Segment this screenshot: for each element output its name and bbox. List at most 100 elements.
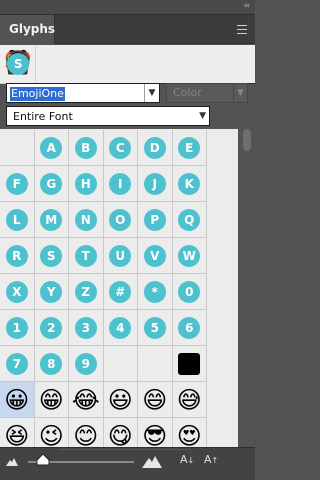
small-mountain-icon[interactable] bbox=[6, 456, 18, 466]
tab-glyphs[interactable]: Glyphs bbox=[0, 15, 55, 44]
glyph-cell[interactable]: V bbox=[138, 238, 173, 274]
glyph-cell[interactable] bbox=[138, 346, 173, 382]
glyph-label: 😊 bbox=[73, 421, 99, 448]
glyph-label: 1 bbox=[5, 316, 28, 339]
glyph-cell[interactable]: 0 bbox=[172, 274, 207, 310]
glyph-cell[interactable]: F bbox=[0, 166, 35, 202]
font-family-field[interactable]: EmojiOne ▼ bbox=[6, 83, 160, 103]
recent-glyphs-bar: 🐭❤️🙌🏿👩🏾🐲😊S bbox=[0, 45, 255, 84]
glyph-cell[interactable]: 😆 bbox=[0, 418, 35, 447]
panel-topbar: ‹‹ bbox=[0, 0, 255, 14]
glyph-range-value: Entire Font bbox=[13, 110, 73, 123]
glyph-label: 😂 bbox=[71, 385, 100, 414]
panel-menu-icon[interactable] bbox=[237, 25, 247, 34]
font-style-select[interactable]: Color ▼ bbox=[166, 83, 248, 103]
increase-size-button[interactable]: A↑ bbox=[204, 453, 218, 466]
glyph-label: P bbox=[143, 208, 166, 231]
glyph-label: 0 bbox=[178, 280, 201, 303]
glyph-cell[interactable]: 😉 bbox=[35, 418, 69, 448]
glyph-label: 9 bbox=[74, 352, 97, 375]
glyph-label: 5 bbox=[143, 316, 166, 339]
glyph-cell[interactable]: C bbox=[103, 130, 138, 166]
large-mountain-icon[interactable] bbox=[142, 454, 162, 468]
glyph-cell[interactable]: 😋 bbox=[104, 418, 138, 447]
glyph-label: E bbox=[178, 136, 201, 159]
glyph-cell[interactable]: H bbox=[69, 166, 104, 202]
glyph-cell[interactable] bbox=[103, 346, 138, 382]
glyph-cell[interactable]: X bbox=[0, 274, 35, 310]
glyph-cell[interactable]: 😊 bbox=[69, 418, 104, 447]
glyph-label: U bbox=[109, 244, 132, 267]
glyph-label: C bbox=[109, 136, 132, 159]
panel-footer: A↓ A↑ bbox=[0, 447, 255, 480]
glyph-cell[interactable]: A bbox=[34, 130, 69, 166]
chevron-down-icon[interactable]: ▼ bbox=[144, 84, 159, 102]
glyph-cell[interactable]: S bbox=[34, 238, 69, 274]
glyph-cell[interactable] bbox=[172, 346, 207, 382]
glyph-cell[interactable]: 4 bbox=[103, 310, 138, 346]
glyph-cell[interactable]: D bbox=[138, 130, 173, 166]
glyph-label: 6 bbox=[178, 316, 201, 339]
glyph-cell[interactable]: 😃 bbox=[103, 382, 138, 418]
glyph-cell[interactable]: K bbox=[172, 166, 207, 202]
glyph-grid: A B C D E F G H I J K L M N O P Q R S T U V W X Y Z # * 0 1 2 3 4 5 6 7 8 9 😀 😁… bbox=[0, 129, 238, 447]
glyph-cell[interactable]: B bbox=[69, 130, 104, 166]
glyph-cell[interactable]: 9 bbox=[69, 346, 104, 382]
glyph-label: 😁 bbox=[38, 385, 64, 414]
glyph-cell[interactable]: W bbox=[172, 238, 207, 274]
glyph-cell[interactable]: 1 bbox=[0, 310, 35, 346]
glyph-cell[interactable]: 6 bbox=[172, 310, 207, 346]
glyph-cell[interactable]: E bbox=[172, 130, 207, 166]
glyph-label: M bbox=[40, 208, 63, 231]
glyph-label: N bbox=[74, 208, 97, 231]
glyph-cell[interactable]: 😁 bbox=[34, 382, 69, 418]
glyph-cell[interactable]: T bbox=[69, 238, 104, 274]
glyph-range-select[interactable]: Entire Font ▼ bbox=[6, 106, 210, 126]
panel-header: Glyphs bbox=[0, 14, 255, 44]
glyph-cell[interactable]: I bbox=[103, 166, 138, 202]
glyph-cell[interactable]: Q bbox=[172, 202, 207, 238]
resize-grip[interactable] bbox=[60, 449, 190, 452]
glyph-cell[interactable]: P bbox=[138, 202, 173, 238]
glyph-cell[interactable]: # bbox=[103, 274, 138, 310]
glyph-cell[interactable]: R bbox=[0, 238, 35, 274]
grid-scrollbar[interactable] bbox=[241, 129, 253, 447]
glyph-cell[interactable]: U bbox=[103, 238, 138, 274]
glyph-cell[interactable]: J bbox=[138, 166, 173, 202]
font-style-placeholder: Color bbox=[173, 86, 202, 99]
glyph-label: 4 bbox=[109, 316, 132, 339]
slider-handle[interactable] bbox=[36, 454, 50, 466]
glyph-label: Z bbox=[74, 280, 97, 303]
glyph-cell[interactable]: 3 bbox=[69, 310, 104, 346]
glyph-label: T bbox=[74, 244, 97, 267]
glyph-cell[interactable]: 8 bbox=[34, 346, 69, 382]
glyph-cell[interactable]: 7 bbox=[0, 346, 35, 382]
glyph-cell[interactable]: O bbox=[103, 202, 138, 238]
black-square-glyph bbox=[178, 352, 201, 375]
glyph-cell[interactable]: 😎 bbox=[138, 418, 173, 447]
glyph-label: 😉 bbox=[38, 421, 64, 448]
glyph-cell[interactable]: 2 bbox=[34, 310, 69, 346]
glyph-cell[interactable]: 😀 bbox=[0, 382, 35, 418]
glyph-label: B bbox=[74, 136, 97, 159]
glyph-cell[interactable]: L bbox=[0, 202, 35, 238]
glyph-cell[interactable]: 😅 bbox=[172, 382, 207, 418]
glyph-cell[interactable]: M bbox=[34, 202, 69, 238]
glyph-cell[interactable]: * bbox=[138, 274, 173, 310]
collapse-icon[interactable]: ‹‹ bbox=[244, 1, 250, 11]
glyph-cell[interactable]: 😍 bbox=[173, 418, 207, 447]
glyph-cell[interactable]: Z bbox=[69, 274, 104, 310]
glyph-label: A bbox=[40, 136, 63, 159]
glyph-label: S bbox=[40, 244, 63, 267]
glyph-label: 😀 bbox=[4, 385, 30, 414]
recent-glyph[interactable]: S bbox=[0, 45, 37, 84]
glyph-cell[interactable]: N bbox=[69, 202, 104, 238]
glyph-cell[interactable]: 😄 bbox=[138, 382, 173, 418]
scrollbar-thumb[interactable] bbox=[243, 129, 251, 151]
glyph-cell[interactable]: Y bbox=[34, 274, 69, 310]
decrease-size-button[interactable]: A↓ bbox=[180, 453, 194, 466]
glyph-cell[interactable] bbox=[0, 130, 35, 166]
glyph-cell[interactable]: 5 bbox=[138, 310, 173, 346]
glyph-cell[interactable]: 😂 bbox=[69, 382, 104, 418]
glyph-cell[interactable]: G bbox=[34, 166, 69, 202]
